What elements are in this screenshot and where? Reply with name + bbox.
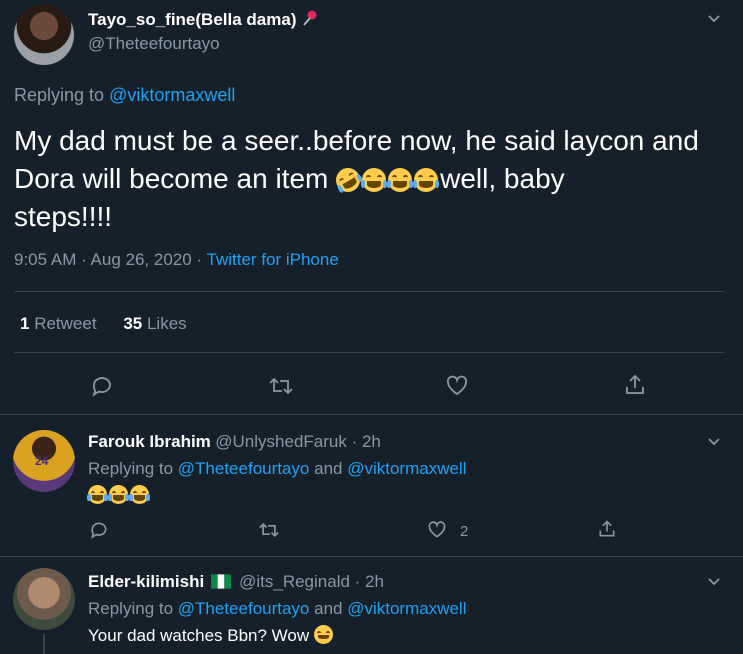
display-name[interactable]: Elder-kilimishi bbox=[88, 572, 204, 591]
joy-emoji bbox=[129, 485, 150, 504]
replying-to: Replying to @viktormaxwell bbox=[14, 85, 236, 105]
like-count: 2 bbox=[460, 523, 469, 540]
joy-emoji bbox=[413, 168, 440, 192]
mention-link[interactable]: @viktormaxwell bbox=[347, 599, 466, 618]
display-name[interactable]: Farouk Ibrahim bbox=[88, 432, 211, 451]
reply-icon[interactable] bbox=[89, 520, 109, 540]
avatar-jersey-number: 24 bbox=[35, 454, 49, 468]
divider bbox=[0, 414, 743, 415]
retweet-count[interactable]: 1 Retweet bbox=[20, 314, 97, 333]
divider bbox=[14, 352, 724, 353]
mention-link[interactable]: @viktormaxwell bbox=[347, 459, 466, 478]
chevron-down-icon[interactable] bbox=[706, 10, 722, 26]
joy-emoji bbox=[361, 168, 388, 192]
reply-text: Your dad watches Bbn? Wow bbox=[88, 625, 335, 646]
smiling-emoji bbox=[313, 625, 333, 644]
reply-text bbox=[87, 485, 151, 506]
replying-to: Replying to @Theteefourtayo and @viktorm… bbox=[88, 459, 467, 478]
likes-count[interactable]: 35 Likes bbox=[123, 314, 186, 333]
author-handle[interactable]: @its_Reginald · 2h bbox=[239, 572, 384, 591]
joy-emoji bbox=[108, 485, 129, 504]
source-link[interactable]: Twitter for iPhone bbox=[207, 250, 339, 269]
chevron-down-icon[interactable] bbox=[706, 573, 722, 589]
mention-link[interactable]: @viktormaxwell bbox=[109, 85, 235, 105]
joy-emoji bbox=[87, 485, 108, 504]
author-row: Farouk Ibrahim @UnlyshedFaruk · 2h bbox=[88, 432, 381, 452]
like-icon[interactable] bbox=[427, 520, 447, 540]
mention-link[interactable]: @Theteefourtayo bbox=[178, 599, 310, 618]
rofl-emoji bbox=[331, 163, 365, 197]
joy-emoji bbox=[387, 168, 414, 192]
divider bbox=[14, 291, 724, 292]
avatar[interactable] bbox=[13, 568, 75, 630]
author-handle[interactable]: @UnlyshedFaruk · 2h bbox=[215, 432, 381, 451]
thread-line bbox=[43, 634, 45, 654]
retweet-icon[interactable] bbox=[258, 520, 280, 540]
author-row: Elder-kilimishi @its_Reginald · 2h bbox=[88, 572, 384, 594]
avatar[interactable] bbox=[14, 5, 74, 65]
share-icon[interactable] bbox=[597, 519, 617, 539]
nigeria-flag-icon bbox=[210, 574, 231, 594]
tweet-text: My dad must be a seer..before now, he sa… bbox=[14, 125, 699, 232]
share-icon[interactable] bbox=[623, 373, 647, 397]
like-icon[interactable] bbox=[445, 374, 469, 398]
tweet-stats: 1 Retweet 35 Likes bbox=[20, 314, 187, 334]
reply-icon[interactable] bbox=[90, 374, 114, 398]
pushpin-icon bbox=[301, 9, 319, 32]
author-row: Tayo_so_fine(Bella dama) bbox=[88, 9, 319, 32]
avatar[interactable]: 24 bbox=[13, 430, 75, 492]
display-name[interactable]: Tayo_so_fine(Bella dama) bbox=[88, 10, 296, 29]
chevron-down-icon[interactable] bbox=[706, 433, 722, 449]
replying-to: Replying to @Theteefourtayo and @viktorm… bbox=[88, 599, 467, 618]
retweet-icon[interactable] bbox=[268, 374, 294, 398]
author-handle[interactable]: @Theteefourtayo bbox=[88, 34, 220, 54]
mention-link[interactable]: @Theteefourtayo bbox=[178, 459, 310, 478]
divider bbox=[0, 556, 743, 557]
tweet-timestamp: 9:05 AM · Aug 26, 2020 · Twitter for iPh… bbox=[14, 250, 339, 269]
